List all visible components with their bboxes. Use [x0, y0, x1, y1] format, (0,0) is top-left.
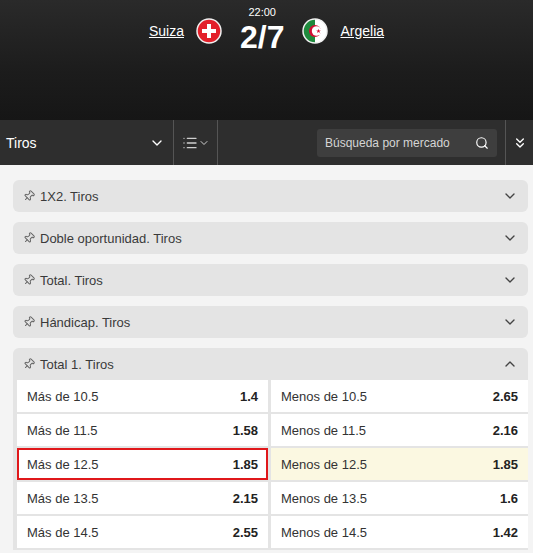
market-header[interactable]: 1X2. Tiros — [13, 180, 528, 212]
market-header[interactable]: Doble oportunidad. Tiros — [13, 222, 528, 254]
outcome-label: Más de 14.5 — [27, 525, 99, 540]
category-select[interactable]: Tiros — [0, 120, 174, 165]
odds-row: Más de 14.5 2.55 Menos de 14.5 1.42 — [17, 516, 528, 548]
outcome-label: Menos de 12.5 — [281, 457, 367, 472]
collapse-all-button[interactable] — [505, 120, 533, 165]
market: Total. Tiros — [13, 264, 528, 296]
market-header[interactable]: Total. Tiros — [13, 264, 528, 296]
outcome-label: Más de 13.5 — [27, 491, 99, 506]
odds-value: 1.85 — [233, 457, 258, 472]
outcome-label: Más de 12.5 — [27, 457, 99, 472]
search-field[interactable]: Búsqueda por mercado — [317, 129, 497, 157]
chevron-down-icon — [502, 230, 518, 246]
odds-button[interactable]: Menos de 12.5 1.85 — [271, 448, 528, 480]
team-row: Suiza 22:002/7 Argelia — [147, 6, 386, 55]
odds-button[interactable]: Más de 11.5 1.58 — [17, 414, 268, 446]
market: Total 1. TirosMás de 10.51.4Menos de 10.… — [13, 348, 528, 550]
odds-button[interactable]: Más de 14.5 2.55 — [17, 516, 268, 548]
market: 1X2. Tiros — [13, 180, 528, 212]
odds-button[interactable]: Menos de 14.5 1.42 — [271, 516, 528, 548]
pin-icon[interactable] — [21, 230, 38, 247]
outcome-label: Menos de 11.5 — [281, 423, 366, 438]
chevron-up-icon — [502, 356, 518, 372]
odds-row: Más de 13.5 2.15 Menos de 13.5 1.6 — [17, 482, 528, 514]
page: Suiza 22:002/7 Argelia Tiros Búsqueda por me… — [0, 0, 533, 553]
odds-row: Más de 12.5 1.85 Menos de 12.5 1.85 — [17, 448, 528, 480]
view-select[interactable] — [174, 120, 218, 165]
chevron-down-icon — [502, 272, 518, 288]
pin-icon[interactable] — [21, 314, 38, 331]
odds-value: 1.6 — [500, 491, 518, 506]
odds-value: 2.15 — [233, 491, 258, 506]
list-icon — [182, 135, 198, 151]
switzerland-flag-icon — [196, 18, 222, 44]
market: Doble oportunidad. Tiros — [13, 222, 528, 254]
odds-value: 2.16 — [493, 423, 518, 438]
odds-button[interactable]: Menos de 10.5 2.65 — [271, 380, 528, 412]
odds-button[interactable]: Menos de 13.5 1.6 — [271, 482, 528, 514]
market: Hándicap. Tiros — [13, 306, 528, 338]
odds-button[interactable]: Más de 13.5 2.15 — [17, 482, 268, 514]
pin-icon[interactable] — [21, 356, 38, 373]
search-icon — [475, 136, 489, 150]
odds-value: 1.42 — [493, 525, 518, 540]
pin-icon[interactable] — [21, 188, 38, 205]
odds-value: 1.4 — [240, 389, 258, 404]
outcome-label: Menos de 14.5 — [281, 525, 367, 540]
chevron-down-icon — [198, 137, 210, 149]
outcome-label: Menos de 10.5 — [281, 389, 367, 404]
chevron-down-icon — [149, 135, 165, 151]
score-box: 22:002/7 — [240, 6, 284, 55]
match-time: 22:00 — [248, 6, 276, 19]
odds-row: Más de 10.5 1.4 Menos de 10.5 2.65 — [17, 380, 528, 412]
odds-row: Más de 11.5 1.58 Menos de 11.5 2.16 — [17, 414, 528, 446]
odds-value: 1.85 — [493, 457, 518, 472]
odds-rows: Más de 10.5 1.4 Menos de 10.5 2.65 Más de 11… — [13, 380, 528, 550]
odds-button[interactable]: Más de 12.5 1.85 — [17, 448, 268, 480]
market-list: 1X2. Tiros Doble oportunidad. Tiros Total.… — [0, 165, 533, 550]
market-header[interactable]: Hándicap. Tiros — [13, 306, 528, 338]
home-team-link[interactable]: Suiza — [147, 23, 186, 39]
odds-button[interactable]: Menos de 11.5 2.16 — [271, 414, 528, 446]
chevron-down-icon — [502, 314, 518, 330]
chevron-down-icon — [502, 188, 518, 204]
score: 2/7 — [240, 19, 284, 55]
toolbar: Tiros Búsqueda por mercado — [0, 120, 533, 165]
odds-button[interactable]: Más de 10.5 1.4 — [17, 380, 268, 412]
algeria-flag-icon — [302, 18, 328, 44]
market-header[interactable]: Total 1. Tiros — [13, 348, 528, 380]
odds-value: 1.58 — [233, 423, 258, 438]
pin-icon[interactable] — [21, 272, 38, 289]
outcome-label: Más de 10.5 — [27, 389, 99, 404]
outcome-label: Menos de 13.5 — [281, 491, 367, 506]
odds-value: 2.55 — [233, 525, 258, 540]
odds-value: 2.65 — [493, 389, 518, 404]
outcome-label: Más de 11.5 — [27, 423, 98, 438]
match-header: Suiza 22:002/7 Argelia — [0, 0, 533, 120]
double-chevron-icon — [512, 135, 528, 151]
away-team-link[interactable]: Argelia — [338, 23, 386, 39]
